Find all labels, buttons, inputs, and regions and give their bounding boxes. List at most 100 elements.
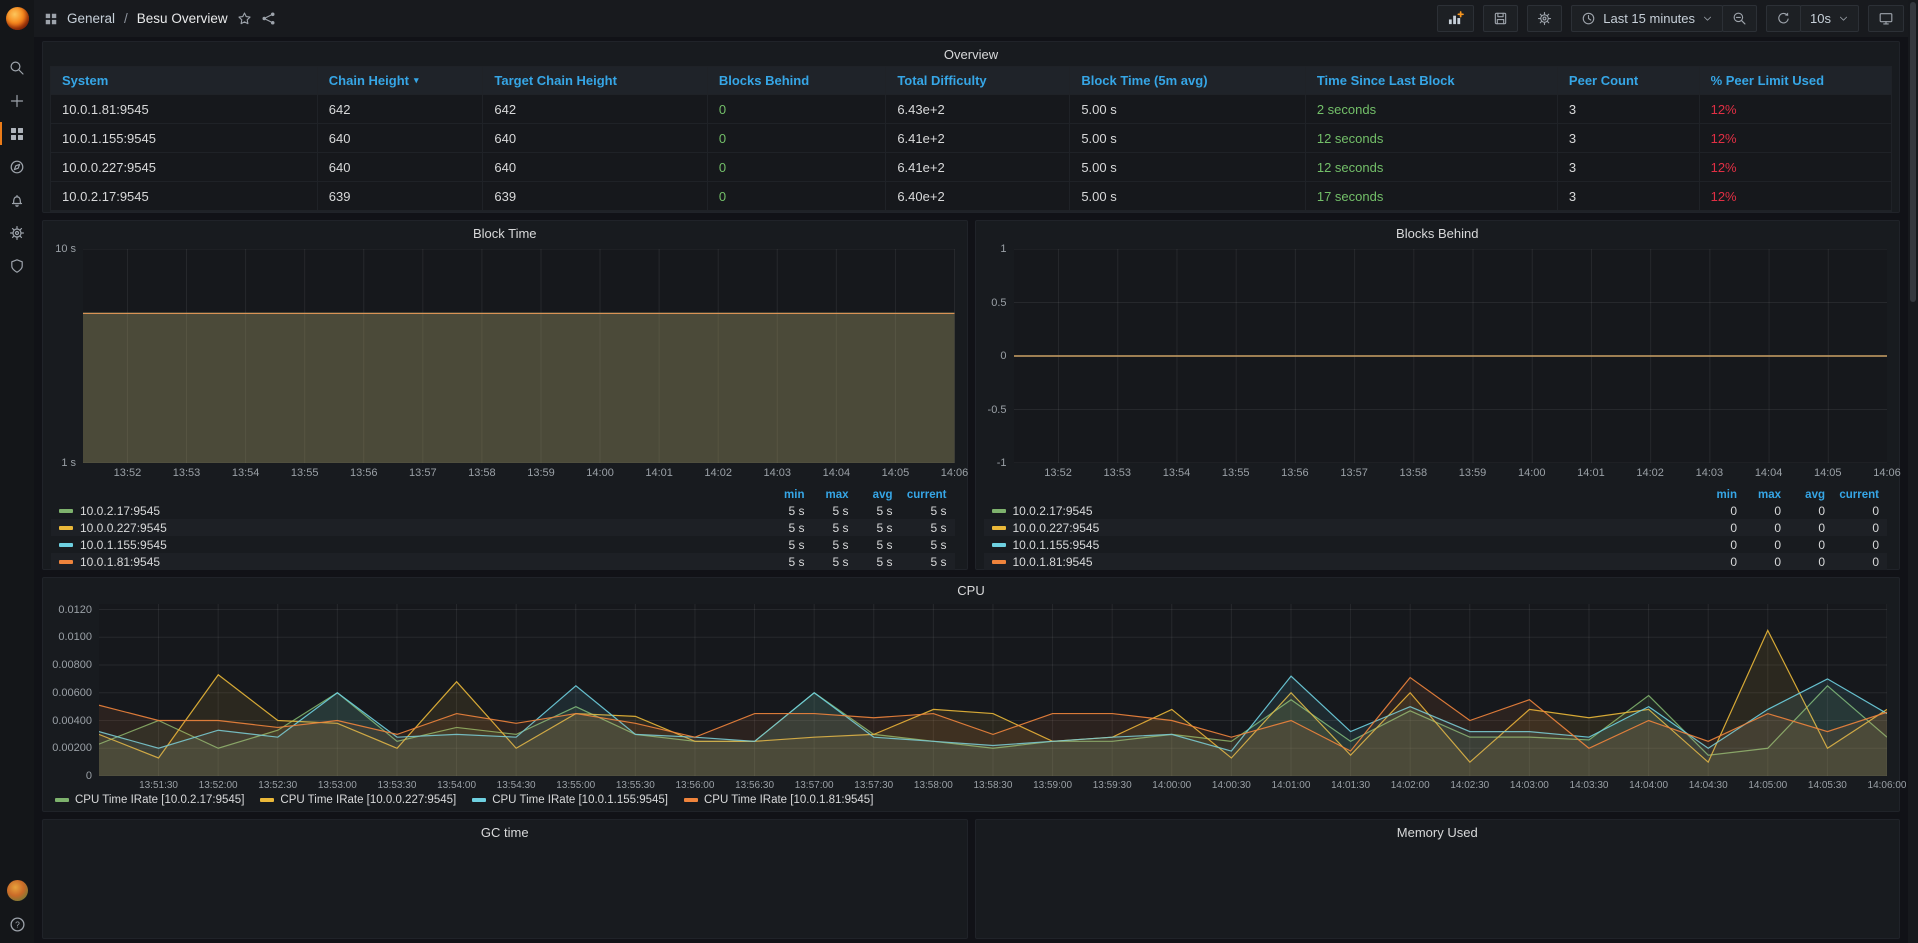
- axis-tick-label: 13:58:30: [974, 780, 1013, 791]
- legend-stat-header-current[interactable]: current: [893, 489, 947, 501]
- block-time-legend: minmaxavgcurrent10.0.2.17:95455 s5 s5 s5…: [51, 487, 955, 570]
- cpu-x-axis: 13:51:3013:52:0013:52:3013:53:0013:53:30…: [99, 776, 1887, 791]
- axis-tick-label: 14:02: [1636, 467, 1664, 479]
- scrollbar-thumb[interactable]: [1910, 2, 1916, 302]
- legend-series-name[interactable]: 10.0.2.17:9545: [992, 504, 1694, 518]
- legend-series-name[interactable]: 10.0.0.227:9545: [992, 521, 1694, 535]
- legend-item[interactable]: CPU Time IRate [10.0.2.17:9545]: [55, 794, 244, 806]
- legend-series-name[interactable]: 10.0.1.155:9545: [992, 538, 1694, 552]
- legend-series-name[interactable]: 10.0.1.81:9545: [59, 555, 761, 569]
- legend-series-name[interactable]: 10.0.1.81:9545: [992, 555, 1694, 569]
- help-icon[interactable]: ?: [9, 916, 26, 933]
- avatar[interactable]: [7, 880, 28, 901]
- sort-caret-icon: ▾: [414, 75, 419, 86]
- sidebar-item-server-admin[interactable]: [0, 249, 34, 282]
- legend-item[interactable]: CPU Time IRate [10.0.1.81:9545]: [684, 794, 873, 806]
- legend-stat-value: 0: [1693, 538, 1737, 552]
- column-header-system[interactable]: System: [51, 67, 318, 94]
- series-color-swatch-icon: [992, 560, 1006, 564]
- legend-stat-header-avg[interactable]: avg: [1781, 489, 1825, 501]
- axis-tick-label: 13:51:30: [139, 780, 178, 791]
- block-time-chart[interactable]: 10 s1 s: [49, 249, 955, 463]
- legend-item[interactable]: CPU Time IRate [10.0.0.227:9545]: [260, 794, 456, 806]
- panel-title[interactable]: Memory Used: [976, 820, 1900, 844]
- sidebar-item-create[interactable]: [0, 84, 34, 117]
- breadcrumb-section[interactable]: General: [67, 11, 115, 26]
- search-icon: [9, 60, 25, 76]
- column-header-blocks_behind[interactable]: Blocks Behind: [708, 67, 886, 94]
- refresh-button[interactable]: [1766, 5, 1801, 32]
- zoom-out-button[interactable]: [1722, 5, 1757, 32]
- series-color-swatch-icon: [684, 798, 698, 802]
- legend-series-name[interactable]: 10.0.2.17:9545: [59, 504, 761, 518]
- axis-tick-label: 0.0100: [58, 631, 92, 643]
- axis-tick-label: 13:53:30: [377, 780, 416, 791]
- sidebar-item-dashboards[interactable]: [0, 117, 34, 150]
- block_time-plot[interactable]: [83, 249, 955, 463]
- legend-stat-header-min[interactable]: min: [761, 489, 805, 501]
- sidebar-item-alerting[interactable]: [0, 183, 34, 216]
- share-icon[interactable]: [261, 11, 276, 26]
- table-cell-total_difficulty: 6.43e+2: [886, 95, 1070, 123]
- axis-tick-label: 14:06:00: [1868, 780, 1907, 791]
- add-panel-button[interactable]: [1437, 5, 1474, 32]
- table-cell-blocks_behind: 0: [708, 153, 886, 181]
- legend-series-name[interactable]: 10.0.1.155:9545: [59, 538, 761, 552]
- sidebar-item-explore[interactable]: [0, 150, 34, 183]
- column-header-chain_height[interactable]: Chain Height▾: [318, 67, 484, 94]
- legend-stat-header-max[interactable]: max: [805, 489, 849, 501]
- blocks-behind-chart[interactable]: 10.50-0.5-1: [982, 249, 1888, 463]
- save-dashboard-button[interactable]: [1483, 5, 1518, 32]
- column-header-block_time[interactable]: Block Time (5m avg): [1070, 67, 1306, 94]
- legend-stat-header-avg[interactable]: avg: [849, 489, 893, 501]
- cpu-plot[interactable]: [99, 604, 1887, 776]
- cpu-chart[interactable]: 0.01200.01000.008000.006000.004000.00200…: [49, 604, 1887, 776]
- legend-stat-value: 5 s: [893, 538, 947, 552]
- gear-icon: [1537, 11, 1552, 26]
- grafana-logo[interactable]: [0, 0, 34, 37]
- blocks_behind-plot[interactable]: [1014, 249, 1888, 463]
- legend-stat-header-min[interactable]: min: [1693, 489, 1737, 501]
- axis-tick-label: 0: [1000, 350, 1006, 362]
- axis-tick-label: 14:04: [823, 467, 851, 479]
- panel-title[interactable]: Block Time: [43, 221, 967, 245]
- panel-title[interactable]: GC time: [43, 820, 967, 844]
- legend-stat-header-max[interactable]: max: [1737, 489, 1781, 501]
- breadcrumb-title[interactable]: Besu Overview: [137, 11, 228, 26]
- table-cell-total_difficulty: 6.40e+2: [886, 182, 1070, 210]
- kiosk-mode-button[interactable]: [1868, 5, 1904, 32]
- breadcrumb-separator: /: [124, 11, 128, 26]
- legend-stat-value: 5 s: [893, 555, 947, 569]
- star-icon[interactable]: [237, 11, 252, 26]
- axis-tick-label: 14:00:30: [1212, 780, 1251, 791]
- legend-item: 10.0.2.17:95450000: [984, 502, 1888, 519]
- axis-tick-label: 14:02: [704, 467, 732, 479]
- table-cell-block_time: 5.00 s: [1070, 95, 1306, 123]
- table-cell-chain_height: 640: [318, 153, 484, 181]
- legend-item[interactable]: CPU Time IRate [10.0.1.155:9545]: [472, 794, 668, 806]
- column-header-time_since_last_block[interactable]: Time Since Last Block: [1306, 67, 1558, 94]
- plus-icon: [9, 93, 25, 109]
- legend-stat-value: 5 s: [849, 504, 893, 518]
- axis-tick-label: 13:54:30: [497, 780, 536, 791]
- legend-series-name[interactable]: 10.0.0.227:9545: [59, 521, 761, 535]
- cpu-legend: CPU Time IRate [10.0.2.17:9545] CPU Time …: [55, 794, 1899, 806]
- column-header-total_difficulty[interactable]: Total Difficulty: [886, 67, 1070, 94]
- apps-icon: [44, 12, 58, 26]
- panel-title[interactable]: CPU: [43, 578, 1899, 602]
- legend-stat-value: 0: [1825, 555, 1879, 569]
- panel-title[interactable]: Blocks Behind: [976, 221, 1900, 245]
- panel-title[interactable]: Overview: [43, 42, 1899, 66]
- sidebar-item-configuration[interactable]: [0, 216, 34, 249]
- column-header-target_chain_height[interactable]: Target Chain Height: [483, 67, 707, 94]
- refresh-interval-picker[interactable]: 10s: [1800, 5, 1859, 32]
- legend-stat-header-current[interactable]: current: [1825, 489, 1879, 501]
- series-color-swatch-icon: [472, 798, 486, 802]
- scrollbar-track[interactable]: [1908, 0, 1918, 943]
- column-header-peer_limit_used[interactable]: % Peer Limit Used: [1700, 67, 1891, 94]
- legend-stat-value: 5 s: [805, 521, 849, 535]
- column-header-peer_count[interactable]: Peer Count: [1558, 67, 1700, 94]
- dashboard-settings-button[interactable]: [1527, 5, 1562, 32]
- sidebar-item-search[interactable]: [0, 51, 34, 84]
- time-range-picker[interactable]: Last 15 minutes: [1571, 5, 1723, 32]
